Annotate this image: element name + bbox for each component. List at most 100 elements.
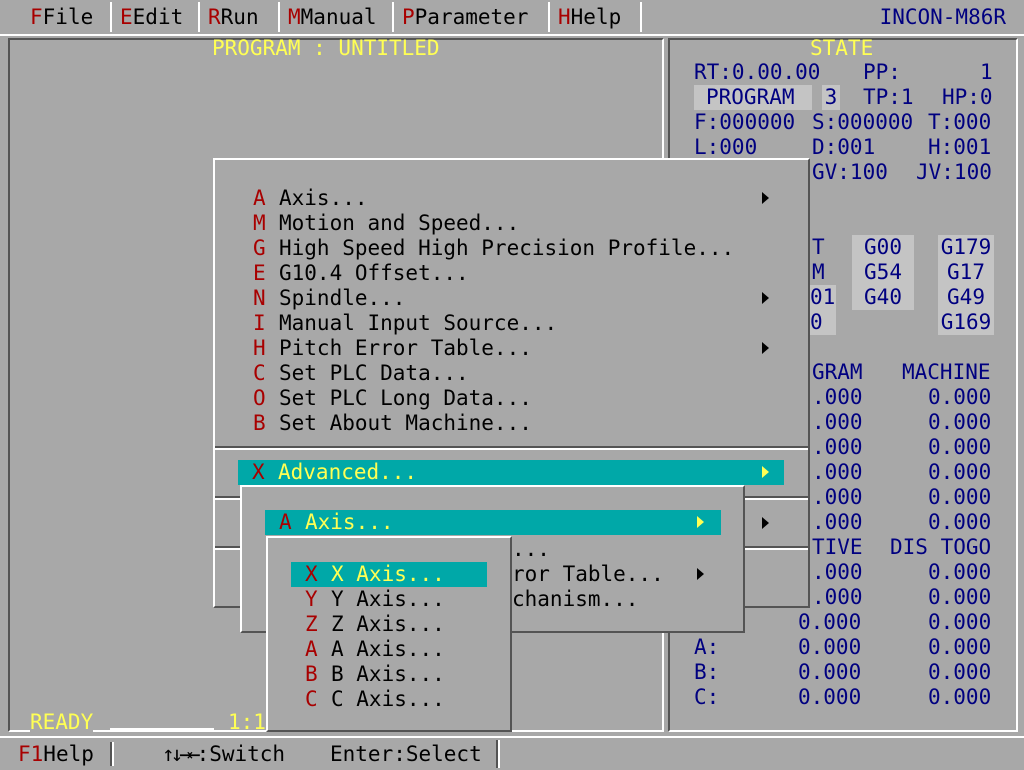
menu-item-x-axis[interactable]: XX Axis... (291, 562, 487, 587)
menu-manual[interactable]: MManual (280, 2, 394, 32)
menu-item-b-axis[interactable]: BB Axis... (305, 662, 445, 687)
gcode-cell: 01 (810, 285, 836, 310)
gcode-cell: M (812, 260, 825, 284)
pp-value: 1 (980, 60, 993, 84)
brand-label: INCON-M86R (879, 5, 1006, 29)
mode-number: 3 (822, 85, 840, 110)
menu-item-adv-axis[interactable]: A Axis... (265, 510, 721, 535)
menu-separator (215, 446, 808, 450)
coord-value: 0.000 (798, 660, 862, 684)
coord-value: 0.000 (928, 610, 992, 634)
gcode-cell: T (812, 235, 825, 259)
menu-help[interactable]: HHelp (550, 2, 642, 32)
coord-value: 0.000 (798, 610, 862, 634)
axis-menu: XX Axis... YY Axis... ZZ Axis... AA Axis… (266, 536, 512, 732)
menu-item-pitch-error[interactable]: H Pitch Error Table... (253, 336, 532, 361)
submenu-arrow-icon (762, 517, 769, 529)
feed-value: F:000000 (694, 110, 796, 134)
menu-item-hsp[interactable]: G High Speed High Precision Profile... (253, 236, 734, 261)
tp-value: TP:1 (863, 85, 914, 109)
jv-value: JV:100 (916, 160, 992, 184)
program-title: PROGRAM : UNTITLED (212, 36, 440, 60)
submenu-arrow-icon (762, 292, 769, 304)
menu-item-a-axis[interactable]: AA Axis... (305, 637, 445, 662)
coord-value: 0.000 (928, 385, 992, 409)
axis-label: A: (694, 635, 720, 659)
menu-run[interactable]: RRun (200, 2, 280, 32)
coord-value: .000 (812, 460, 863, 484)
menu-item-c-axis[interactable]: CC Axis... (305, 687, 445, 712)
menu-item-y-axis[interactable]: YY Axis... (305, 587, 445, 612)
coord-value: 0.000 (928, 635, 992, 659)
menu-item-plc-long[interactable]: O Set PLC Long Data... (253, 386, 532, 411)
submenu-arrow-icon (697, 516, 704, 528)
gcode-cell: G179 (938, 235, 994, 260)
coord-value: .000 (812, 435, 863, 459)
coord-value: 0.000 (928, 685, 992, 709)
zoom-ratio: 1:1 (228, 710, 266, 734)
coord-value: .000 (812, 485, 863, 509)
menu-item-axis[interactable]: A Axis... (253, 186, 368, 211)
gcode-cell: G54 (852, 260, 914, 285)
hp-value: HP:0 (942, 85, 993, 109)
coord-value: 0.000 (928, 660, 992, 684)
gcode-cell: G169 (938, 310, 994, 335)
l-value: L:000 (694, 135, 758, 159)
gcode-cell: 0 (810, 310, 836, 335)
coord-header: MACHINE (902, 360, 991, 384)
menu-item-advanced[interactable]: X Advanced... (238, 460, 784, 485)
submenu-arrow-icon (762, 192, 769, 204)
axis-label: B: (694, 660, 720, 684)
status-divider (110, 742, 114, 766)
spindle-value: S:000000 (812, 110, 914, 134)
runtime: RT:0.00.00 (694, 60, 821, 84)
menu-item-partial[interactable]: chanism... (512, 587, 638, 612)
help-key[interactable]: F1Help (18, 740, 94, 768)
status-ready: READY (30, 710, 94, 734)
submenu-arrow-icon (762, 466, 769, 478)
mode-indicator: PROGRAM (694, 85, 812, 110)
menu-parameter[interactable]: PParameter (394, 2, 550, 32)
coord-value: 0.000 (928, 435, 992, 459)
coord-value: 0.000 (928, 410, 992, 434)
menu-edit[interactable]: EEdit (112, 2, 200, 32)
state-title: STATE (810, 36, 874, 60)
coord-value: 0.000 (928, 560, 992, 584)
coord-value: 0.000 (928, 510, 992, 534)
coord-value: .000 (812, 385, 863, 409)
coord-header: TIVE (812, 535, 863, 559)
coord-header: DIS TOGO (890, 535, 992, 559)
menu-item-plc-data[interactable]: C Set PLC Data... (253, 361, 469, 386)
coord-value: .000 (812, 410, 863, 434)
menu-item-manual-input[interactable]: I Manual Input Source... (253, 311, 557, 336)
divider (110, 728, 214, 731)
gv-value: GV:100 (812, 160, 888, 184)
d-value: D:001 (812, 135, 876, 159)
menu-item-partial[interactable]: ... (512, 537, 550, 562)
status-divider (496, 740, 500, 768)
gcode-cell: G17 (938, 260, 994, 285)
pp-label: PP: (863, 60, 901, 84)
select-hint: Enter:Select (330, 742, 482, 766)
submenu-arrow-icon (697, 568, 704, 580)
menu-item-partial[interactable]: ror Table... (512, 562, 664, 587)
arrow-keys-icon: ↑↓→← (162, 742, 201, 766)
gcode-cell: G49 (938, 285, 994, 310)
coord-value: .000 (812, 560, 863, 584)
menu-item-spindle[interactable]: N Spindle... (253, 286, 405, 311)
gcode-cell: G40 (852, 285, 914, 310)
menu-item-motion[interactable]: M Motion and Speed... (253, 211, 519, 236)
menu-item-z-axis[interactable]: ZZ Axis... (305, 612, 445, 637)
menu-file[interactable]: FFile (22, 2, 112, 32)
switch-hint: ↑↓→←:Switch (162, 742, 286, 766)
coord-header: GRAM (812, 360, 863, 384)
coord-value: 0.000 (928, 485, 992, 509)
tool-value: T:000 (928, 110, 992, 134)
gcode-cell: G00 (852, 235, 914, 260)
coord-value: 0.000 (798, 635, 862, 659)
menu-item-about[interactable]: B Set About Machine... (253, 411, 532, 436)
h-value: H:001 (928, 135, 992, 159)
coord-value: .000 (812, 585, 863, 609)
menu-item-g104[interactable]: E G10.4 Offset... (253, 261, 469, 286)
coord-value: 0.000 (798, 685, 862, 709)
